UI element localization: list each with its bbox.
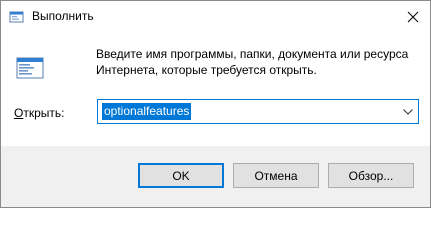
window-title: Выполнить (32, 9, 94, 23)
open-input-value[interactable]: optionalfeatures (102, 103, 192, 120)
close-icon (407, 11, 419, 22)
chevron-down-icon (403, 108, 413, 115)
run-app-icon (9, 9, 25, 25)
open-combobox[interactable]: optionalfeatures (97, 99, 419, 124)
run-icon (15, 53, 47, 85)
browse-button[interactable]: Обзор... (328, 163, 414, 188)
cancel-button[interactable]: Отмена (233, 163, 319, 188)
open-label: Открыть: (14, 106, 64, 120)
dropdown-button[interactable] (398, 100, 418, 123)
close-button[interactable] (398, 2, 428, 31)
open-label-text: ткрыть: (23, 106, 65, 120)
dialog-description: Введите имя программы, папки, документа … (96, 47, 409, 77)
ok-button[interactable]: OK (138, 163, 224, 188)
title-bar[interactable]: Выполнить (1, 1, 430, 32)
open-label-accelerator: О (14, 106, 24, 120)
run-dialog: Выполнить Введите имя программы, папки, … (0, 0, 431, 208)
button-bar: OK Отмена Обзор... (1, 146, 430, 207)
